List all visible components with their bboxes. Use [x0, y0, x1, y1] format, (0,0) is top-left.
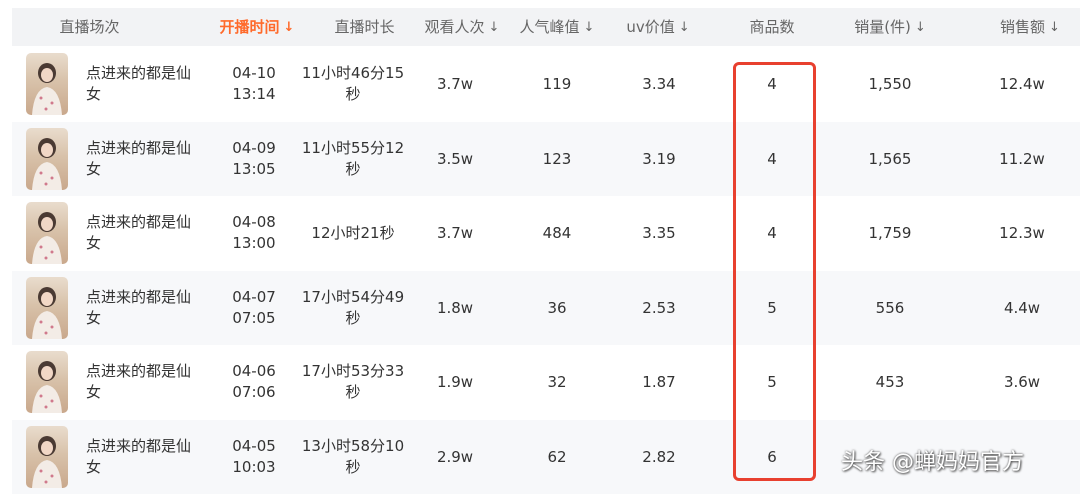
sales-quantity: 1,550 [868, 74, 912, 93]
views: 3.7w [436, 223, 474, 242]
session-name[interactable]: 点进来的都是仙女 [86, 47, 204, 121]
item-count-highlight-box [733, 62, 816, 481]
start-date: 04-05 [232, 437, 276, 455]
session-name[interactable]: 点进来的都是仙女 [86, 196, 204, 270]
streamer-thumbnail [26, 202, 68, 264]
streamer-thumbnail [26, 351, 68, 413]
revenue: 4.4w [1003, 298, 1041, 317]
views: 1.8w [436, 298, 474, 317]
column-header-sales-qty[interactable]: 销量(件) ↓ [835, 8, 945, 46]
start-time: 13:05 [232, 160, 276, 178]
session-name[interactable]: 点进来的都是仙女 [86, 122, 204, 196]
peak-popularity: 36 [547, 298, 567, 317]
streamer-thumbnail [26, 426, 68, 488]
uv-value: 1.87 [642, 372, 676, 391]
uv-value: 3.35 [642, 223, 676, 242]
start-date: 04-09 [232, 139, 276, 157]
column-header-uv-value[interactable]: uv价值 ↓ [608, 8, 708, 46]
peak-popularity: 62 [547, 447, 567, 466]
peak-popularity: 123 [542, 149, 572, 168]
duration: 11小时55分12秒 [301, 139, 405, 178]
session-name[interactable]: 点进来的都是仙女 [86, 345, 204, 419]
revenue: 3.6w [1003, 372, 1041, 391]
start-time: 07:05 [232, 309, 276, 327]
duration: 17小时53分33秒 [301, 362, 405, 401]
start-time: 07:06 [232, 383, 276, 401]
sales-quantity: 1,565 [868, 149, 912, 168]
duration: 11小时46分15秒 [301, 64, 405, 103]
column-header-revenue[interactable]: 销售额 ↓ [980, 8, 1080, 46]
views: 3.5w [436, 149, 474, 168]
table-row[interactable]: 点进来的都是仙女 04-08 13:00 12小时21秒 3.7w 484 3.3… [12, 196, 1080, 270]
start-time: 13:14 [232, 85, 276, 103]
sales-quantity: 453 [875, 372, 905, 391]
sort-icon: ↓ [283, 20, 295, 35]
duration: 17小时54分49秒 [301, 288, 405, 327]
uv-value: 2.82 [642, 447, 676, 466]
uv-value: 2.53 [642, 298, 676, 317]
table-row[interactable]: 点进来的都是仙女 04-09 13:05 11小时55分12秒 3.5w 123 … [12, 122, 1080, 196]
revenue: 12.3w [999, 223, 1045, 242]
duration: 12小时21秒 [311, 223, 395, 242]
revenue: 11.2w [999, 149, 1045, 168]
table-row[interactable]: 点进来的都是仙女 04-06 07:06 17小时53分33秒 1.9w 32 1… [12, 345, 1080, 419]
uv-value: 3.34 [642, 74, 676, 93]
peak-popularity: 119 [542, 74, 572, 93]
column-header-start-time[interactable]: 开播时间 ↓ [207, 8, 307, 46]
start-date: 04-10 [232, 64, 276, 82]
sort-icon: ↓ [1049, 20, 1060, 35]
duration: 13小时58分10秒 [301, 437, 405, 476]
start-time: 13:00 [232, 234, 276, 252]
peak-popularity: 32 [547, 372, 567, 391]
sort-icon: ↓ [488, 20, 500, 35]
column-header-views[interactable]: 观看人次 ↓ [412, 8, 512, 46]
column-header-item-count: 商品数 [749, 18, 795, 36]
start-date: 04-06 [232, 362, 276, 380]
session-name[interactable]: 点进来的都是仙女 [86, 420, 204, 494]
peak-popularity: 484 [542, 223, 572, 242]
table-row[interactable]: 点进来的都是仙女 04-10 13:14 11小时46分15秒 3.7w 119 … [12, 47, 1080, 121]
sort-icon: ↓ [914, 20, 926, 35]
sort-icon: ↓ [583, 20, 595, 35]
start-time: 10:03 [232, 458, 276, 476]
views: 1.9w [436, 372, 474, 391]
start-date: 04-08 [232, 213, 276, 231]
table-row[interactable]: 点进来的都是仙女 04-07 07:05 17小时54分49秒 1.8w 36 2… [12, 271, 1080, 345]
uv-value: 3.19 [642, 149, 676, 168]
column-header-duration: 直播时长 [334, 18, 395, 36]
streamer-thumbnail [26, 128, 68, 190]
watermark: 头条 @蝉妈妈官方 [841, 450, 1024, 475]
streamer-thumbnail [26, 53, 68, 115]
streamer-thumbnail [26, 277, 68, 339]
sales-quantity: 1,759 [868, 223, 912, 242]
views: 3.7w [436, 74, 474, 93]
session-name[interactable]: 点进来的都是仙女 [86, 271, 204, 345]
column-header-session: 直播场次 [59, 18, 120, 36]
sales-quantity: 556 [875, 298, 905, 317]
views: 2.9w [436, 447, 474, 466]
column-header-peak[interactable]: 人气峰值 ↓ [507, 8, 607, 46]
revenue: 12.4w [999, 74, 1045, 93]
start-date: 04-07 [232, 288, 276, 306]
table-header: 直播场次 开播时间 ↓ 直播时长 观看人次 ↓ 人气峰值 ↓ uv价值 ↓ 商品数 销量… [12, 8, 1080, 46]
sort-icon: ↓ [678, 20, 690, 35]
